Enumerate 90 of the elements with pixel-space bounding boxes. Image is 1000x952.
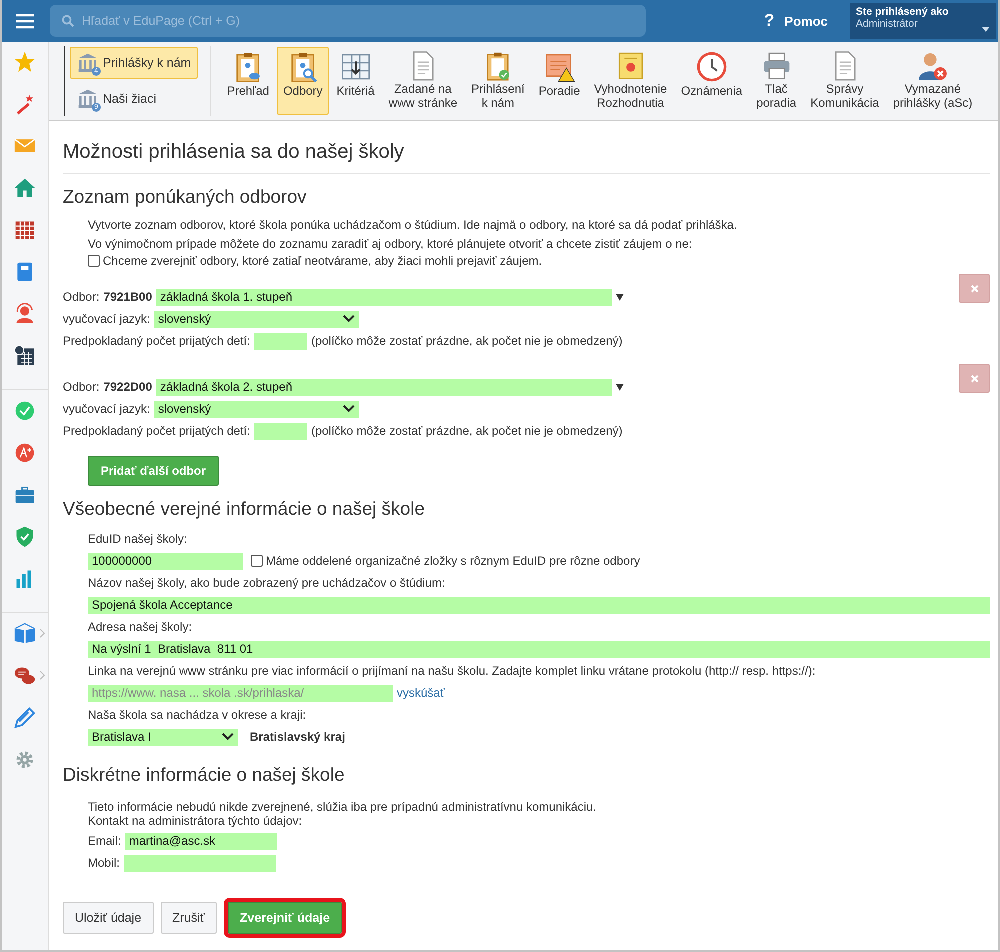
chevron-down-icon (222, 733, 234, 741)
checkbox-label: Máme oddelené organizačné zložky s rôznym EduID pre rôzne odbory (266, 554, 640, 568)
check-badge-icon (14, 400, 36, 422)
test-link[interactable]: vyskúšať (397, 686, 445, 700)
program-field[interactable]: základná škola 2. stupeň (156, 378, 612, 396)
menu-icon[interactable] (16, 14, 34, 28)
subnav-label: Prihlášky k nám (103, 56, 192, 70)
pencil-icon (14, 707, 36, 729)
bank-icon (77, 52, 99, 74)
subnav-label: Naši žiaci (103, 92, 156, 106)
program-field[interactable]: základná škola 1. stupeň (156, 288, 612, 306)
note-text: Kontakt na administrátora týchto údajov: (88, 814, 304, 828)
hint-text: (políčko môže zostať prázdne, ak počet nie je obmedzený) (311, 334, 623, 348)
email-field[interactable]: martina@asc.sk (125, 832, 278, 850)
action-button[interactable]: Uložiť údaje (63, 902, 154, 934)
dropdown-triangle-icon[interactable] (616, 294, 624, 300)
field-label: Predpokladaný počet prijatých detí: (63, 334, 250, 348)
school-name-field[interactable]: Spojená škola Acceptance (88, 596, 990, 614)
shield-icon (14, 526, 36, 548)
field-label: vyučovací jazyk: (63, 312, 150, 326)
toolbar-button[interactable]: Prihlásení k nám (466, 47, 531, 115)
intro-text: Vo výnimočnom prípade môžete do zoznamu zaradiť aj odbory, ktoré plánujete otvoriť a chcete zistiť záujem o ne: (88, 236, 694, 253)
toolbar-button[interactable]: Tlač poradia (750, 47, 803, 115)
toolbar-button[interactable]: Poradie (532, 47, 586, 115)
checkbox[interactable] (88, 255, 100, 267)
field-label: Adresa našej školy: (88, 619, 194, 636)
bank-icon (77, 88, 99, 110)
count-field[interactable] (254, 422, 308, 440)
field-label: Mobil: (88, 856, 120, 870)
person-remove-icon (916, 51, 949, 82)
toolbar-button[interactable]: Oznámenia (675, 47, 749, 115)
page-title: Možnosti prihlásenia sa do našej školy (63, 141, 990, 174)
search-icon (62, 15, 74, 27)
help-link[interactable]: ? Pomoc (764, 11, 828, 31)
chevron-right-icon (40, 671, 45, 680)
magic-wand-icon (14, 93, 36, 115)
field-label: Linka na verejnú www stránku pre viac informácií o prijímaní na našu školu. Zadajte komplet linku vrátane protokolu (http:// resp. https://): (88, 663, 817, 680)
note-text: Tieto informácie nebudú nikde zverejnené, slúžia iba pre prípadnú administratívnu komunikáciu. (88, 800, 598, 814)
program-code: 7921B00 (104, 290, 152, 304)
field-label: Názov našej školy, ako bude zobrazený pre uchádzačov o štúdium: (88, 575, 446, 592)
field-label: Odbor: (63, 290, 100, 304)
field-label: vyučovací jazyk: (63, 402, 150, 416)
checkbox[interactable] (251, 555, 263, 567)
action-button[interactable]: Zrušiť (160, 902, 217, 934)
toolbar-button[interactable]: Vyhodnotenie Rozhodnutia (588, 47, 674, 115)
toolbar-button[interactable]: Odbory (277, 47, 329, 115)
program-code: 7922D00 (104, 380, 152, 394)
field-label: Email: (88, 834, 122, 848)
district-select[interactable]: Bratislava I (88, 728, 238, 746)
toolbar-button[interactable]: Kritériá (330, 47, 381, 115)
open-book-icon (14, 623, 36, 645)
chat-bubbles-icon (14, 665, 36, 687)
person-icon (14, 303, 36, 325)
language-select[interactable]: slovenský (154, 310, 360, 328)
field-label: EduID našej školy: (88, 531, 188, 548)
hint-text: (políčko môže zostať prázdne, ak počet nie je obmedzený) (311, 424, 623, 438)
calendar-clock-icon (14, 345, 36, 367)
close-icon (970, 374, 978, 382)
settings-icon (14, 749, 36, 771)
address-field[interactable]: Na výslní 1 Bratislava 811 01 (88, 640, 990, 658)
toolbar-button[interactable]: Správy Komunikácia (804, 47, 886, 115)
region-text: Bratislavský kraj (250, 730, 346, 744)
user-menu[interactable]: Ste prihlásený ako Administrátor (850, 3, 996, 39)
calendar-grid-icon (14, 219, 36, 241)
toolbar-button[interactable]: Vymazané prihlášky (aSc) (887, 47, 979, 115)
caret-icon (982, 27, 990, 32)
chevron-down-icon (343, 405, 356, 413)
toolbar-button[interactable]: Prehľad (221, 47, 276, 115)
count-field[interactable] (254, 332, 308, 350)
section-heading: Diskrétne informácie o našej škole (63, 764, 346, 786)
chevron-right-icon (40, 629, 45, 638)
house-icon (14, 177, 36, 199)
chevron-down-icon (343, 315, 356, 323)
section-heading: Všeobecné verejné informácie o našej škole (63, 498, 426, 520)
field-label: Predpokladaný počet prijatých detí: (63, 424, 250, 438)
language-select[interactable]: slovenský (154, 400, 360, 418)
field-label: Naša škola sa nachádza v okrese a kraji: (88, 707, 308, 724)
star-icon (14, 51, 36, 73)
briefcase-icon (14, 484, 36, 506)
dropdown-triangle-icon[interactable] (616, 384, 624, 390)
checkbox-label: Chceme zverejniť odbory, ktoré zatiaľ neotvárame, aby žiaci mohli prejaviť záujem. (103, 254, 542, 268)
grade-icon (14, 442, 36, 464)
field-label: Odbor: (63, 380, 100, 394)
mobile-field[interactable] (124, 854, 276, 872)
clock-icon (696, 51, 728, 83)
eduid-field[interactable]: 100000000 (88, 552, 243, 570)
intro-text: Vytvorte zoznam odborov, ktoré škola ponúka uchádzačom o štúdium. Ide najmä o odbory, na ktoré sa dá podať prihláška. (88, 217, 738, 234)
close-icon (970, 284, 978, 292)
toolbar-button[interactable]: Zadané na www stránke (382, 47, 464, 115)
section-heading: Zoznam ponúkaných odborov (63, 186, 308, 208)
